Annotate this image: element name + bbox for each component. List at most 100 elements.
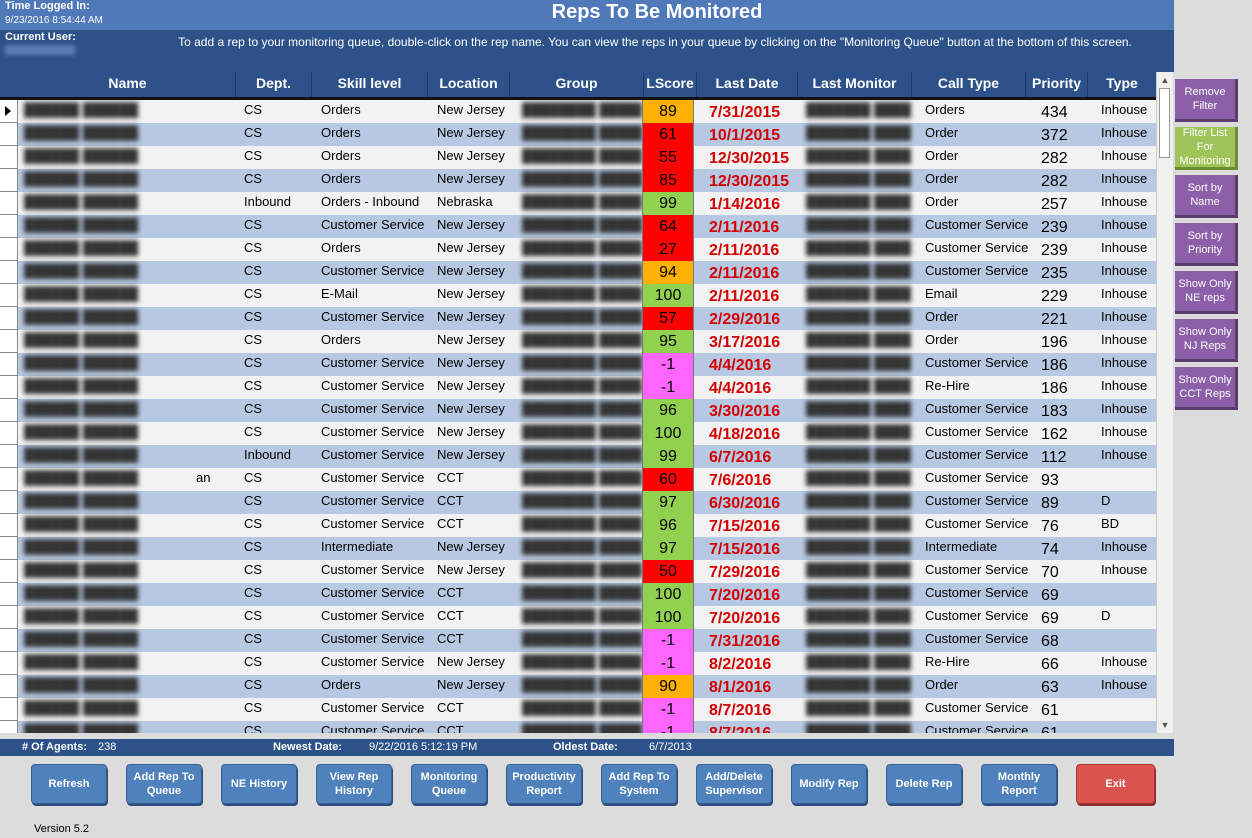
row-selector[interactable] — [0, 399, 18, 422]
row-selector[interactable] — [0, 307, 18, 330]
rep-name-redacted[interactable]: ██████ ██████ — [22, 675, 199, 698]
row-selector[interactable] — [0, 675, 18, 698]
side-button-1[interactable]: Remove Filter — [1175, 79, 1238, 122]
col-name[interactable]: Name — [20, 72, 236, 97]
rep-name-redacted[interactable]: ██████ ██████ — [22, 238, 199, 261]
table-row[interactable]: ██████ ██████ CS Customer Service New Jerse… — [0, 652, 1156, 675]
table-row[interactable]: ██████ ██████ CS Customer Service New Jerse… — [0, 215, 1156, 238]
productivity-report-button[interactable]: Productivity Report — [506, 764, 582, 804]
row-selector[interactable] — [0, 169, 18, 192]
row-selector[interactable] — [0, 330, 18, 353]
row-selector[interactable] — [0, 445, 18, 468]
table-row[interactable]: ██████ ██████ CS Customer Service CCT ██████… — [0, 583, 1156, 606]
modify-rep-button[interactable]: Modify Rep — [791, 764, 867, 804]
rep-name-redacted[interactable]: ██████ ██████ — [22, 261, 199, 284]
rep-name-redacted[interactable]: ██████ ██████ — [22, 307, 199, 330]
view-rep-history-button[interactable]: View Rep History — [316, 764, 392, 804]
side-button-4[interactable]: Sort by Priority — [1175, 223, 1238, 266]
col-last-date[interactable]: Last Date — [697, 72, 798, 97]
add-rep-to-queue-button[interactable]: Add Rep To Queue — [126, 764, 202, 804]
row-selector[interactable] — [0, 123, 18, 146]
row-selector[interactable] — [0, 652, 18, 675]
side-button-7[interactable]: Show Only CCT Reps — [1175, 367, 1238, 410]
rep-name-redacted[interactable]: ██████ ██████ — [22, 192, 199, 215]
row-selector[interactable] — [0, 514, 18, 537]
col-call-type[interactable]: Call Type — [912, 72, 1026, 97]
rep-name-redacted[interactable]: ██████ ██████ — [22, 606, 199, 629]
col-last-monitor[interactable]: Last Monitor — [798, 72, 912, 97]
rep-name-redacted[interactable]: ██████ ██████ — [22, 583, 199, 606]
rep-name-redacted[interactable]: ██████ ██████ — [22, 422, 199, 445]
rep-name-redacted[interactable]: ██████ ██████ — [22, 353, 199, 376]
rep-name-redacted[interactable]: ██████ ██████ — [22, 399, 199, 422]
table-row[interactable]: ██████ ██████ CS Customer Service New Jerse… — [0, 376, 1156, 399]
col-skill[interactable]: Skill level — [312, 72, 428, 97]
row-selector[interactable] — [0, 146, 18, 169]
rep-name-redacted[interactable]: ██████ ██████ — [22, 330, 199, 353]
delete-rep-button[interactable]: Delete Rep — [886, 764, 962, 804]
table-row[interactable]: ██████ ██████ CS Orders New Jersey ████████ … — [0, 330, 1156, 353]
row-selector[interactable] — [0, 629, 18, 652]
rep-name-redacted[interactable]: ██████ ██████ — [22, 284, 199, 307]
col-location[interactable]: Location — [428, 72, 510, 97]
row-selector[interactable] — [0, 100, 18, 123]
side-button-6[interactable]: Show Only NJ Reps — [1175, 319, 1238, 362]
table-row[interactable]: ██████ ██████ CS Customer Service CCT ██████… — [0, 514, 1156, 537]
rep-name-redacted[interactable]: ██████ ██████ — [22, 698, 199, 721]
row-selector[interactable] — [0, 192, 18, 215]
rep-name-redacted[interactable]: ██████ ██████ — [22, 652, 199, 675]
rep-name-redacted[interactable]: ██████ ██████ — [22, 491, 199, 514]
row-selector[interactable] — [0, 560, 18, 583]
rep-name-redacted[interactable]: ██████ ██████ — [22, 169, 199, 192]
add-rep-to-system-button[interactable]: Add Rep To System — [601, 764, 677, 804]
table-row[interactable]: ██████ ██████ CS Orders New Jersey ████████ … — [0, 123, 1156, 146]
row-selector[interactable] — [0, 491, 18, 514]
table-row[interactable]: ██████ ██████ CS Customer Service CCT ██████… — [0, 491, 1156, 514]
rep-name-redacted[interactable]: ██████ ██████ — [22, 468, 199, 491]
table-row[interactable]: ██████ ██████ CS Customer Service CCT ██████… — [0, 629, 1156, 652]
refresh-button[interactable]: Refresh — [31, 764, 107, 804]
rep-name-redacted[interactable]: ██████ ██████ — [22, 721, 199, 733]
side-button-2[interactable]: Filter List For Monitoring — [1175, 127, 1238, 170]
row-selector[interactable] — [0, 606, 18, 629]
ne-history-button[interactable]: NE History — [221, 764, 297, 804]
row-selector[interactable] — [0, 261, 18, 284]
table-row[interactable]: ██████ ██████ CS Customer Service New Jerse… — [0, 307, 1156, 330]
scroll-thumb[interactable] — [1159, 88, 1170, 158]
rep-name-redacted[interactable]: ██████ ██████ — [22, 445, 199, 468]
row-selector[interactable] — [0, 537, 18, 560]
rep-name-redacted[interactable]: ██████ ██████ — [22, 560, 199, 583]
rep-name-redacted[interactable]: ██████ ██████ — [22, 215, 199, 238]
row-selector[interactable] — [0, 238, 18, 261]
table-row[interactable]: ██████ ██████ Inbound Orders - Inbound Nebr… — [0, 192, 1156, 215]
table-row[interactable]: ██████ ██████ CS Customer Service CCT ██████… — [0, 721, 1156, 733]
rep-name-redacted[interactable]: ██████ ██████ — [22, 376, 199, 399]
row-selector[interactable] — [0, 353, 18, 376]
row-selector[interactable] — [0, 215, 18, 238]
col-group[interactable]: Group — [510, 72, 644, 97]
reps-table[interactable]: Name Dept. Skill level Location Group LS… — [0, 72, 1156, 733]
table-row[interactable]: ██████ ██████ CS Customer Service CCT ██████… — [0, 606, 1156, 629]
table-row[interactable]: ██████ ██████ CS Customer Service New Jerse… — [0, 399, 1156, 422]
monthly-report-button[interactable]: Monthly Report — [981, 764, 1057, 804]
row-selector[interactable] — [0, 422, 18, 445]
row-selector[interactable] — [0, 284, 18, 307]
table-row[interactable]: ██████ ██████ an CS Customer Service CCT ████… — [0, 468, 1156, 491]
rep-name-redacted[interactable]: ██████ ██████ — [22, 123, 199, 146]
side-button-3[interactable]: Sort by Name — [1175, 175, 1238, 218]
table-row[interactable]: ██████ ██████ CS Orders New Jersey ████████ … — [0, 100, 1156, 123]
rep-name-redacted[interactable]: ██████ ██████ — [22, 100, 199, 123]
side-button-5[interactable]: Show Only NE reps — [1175, 271, 1238, 314]
monitoring-queue-button[interactable]: Monitoring Queue — [411, 764, 487, 804]
col-type[interactable]: Type — [1088, 72, 1156, 97]
scroll-up-icon[interactable]: ▲ — [1157, 72, 1173, 88]
row-selector[interactable] — [0, 376, 18, 399]
table-row[interactable]: ██████ ██████ CS Customer Service CCT ██████… — [0, 698, 1156, 721]
table-row[interactable]: ██████ ██████ CS Orders New Jersey ████████ … — [0, 238, 1156, 261]
col-dept[interactable]: Dept. — [236, 72, 312, 97]
table-scrollbar[interactable]: ▲ ▼ — [1156, 72, 1173, 733]
table-row[interactable]: ██████ ██████ CS Orders New Jersey ████████ … — [0, 169, 1156, 192]
table-row[interactable]: ██████ ██████ Inbound Customer Service New … — [0, 445, 1156, 468]
table-row[interactable]: ██████ ██████ CS E-Mail New Jersey ████████ … — [0, 284, 1156, 307]
exit-button[interactable]: Exit — [1076, 764, 1155, 804]
